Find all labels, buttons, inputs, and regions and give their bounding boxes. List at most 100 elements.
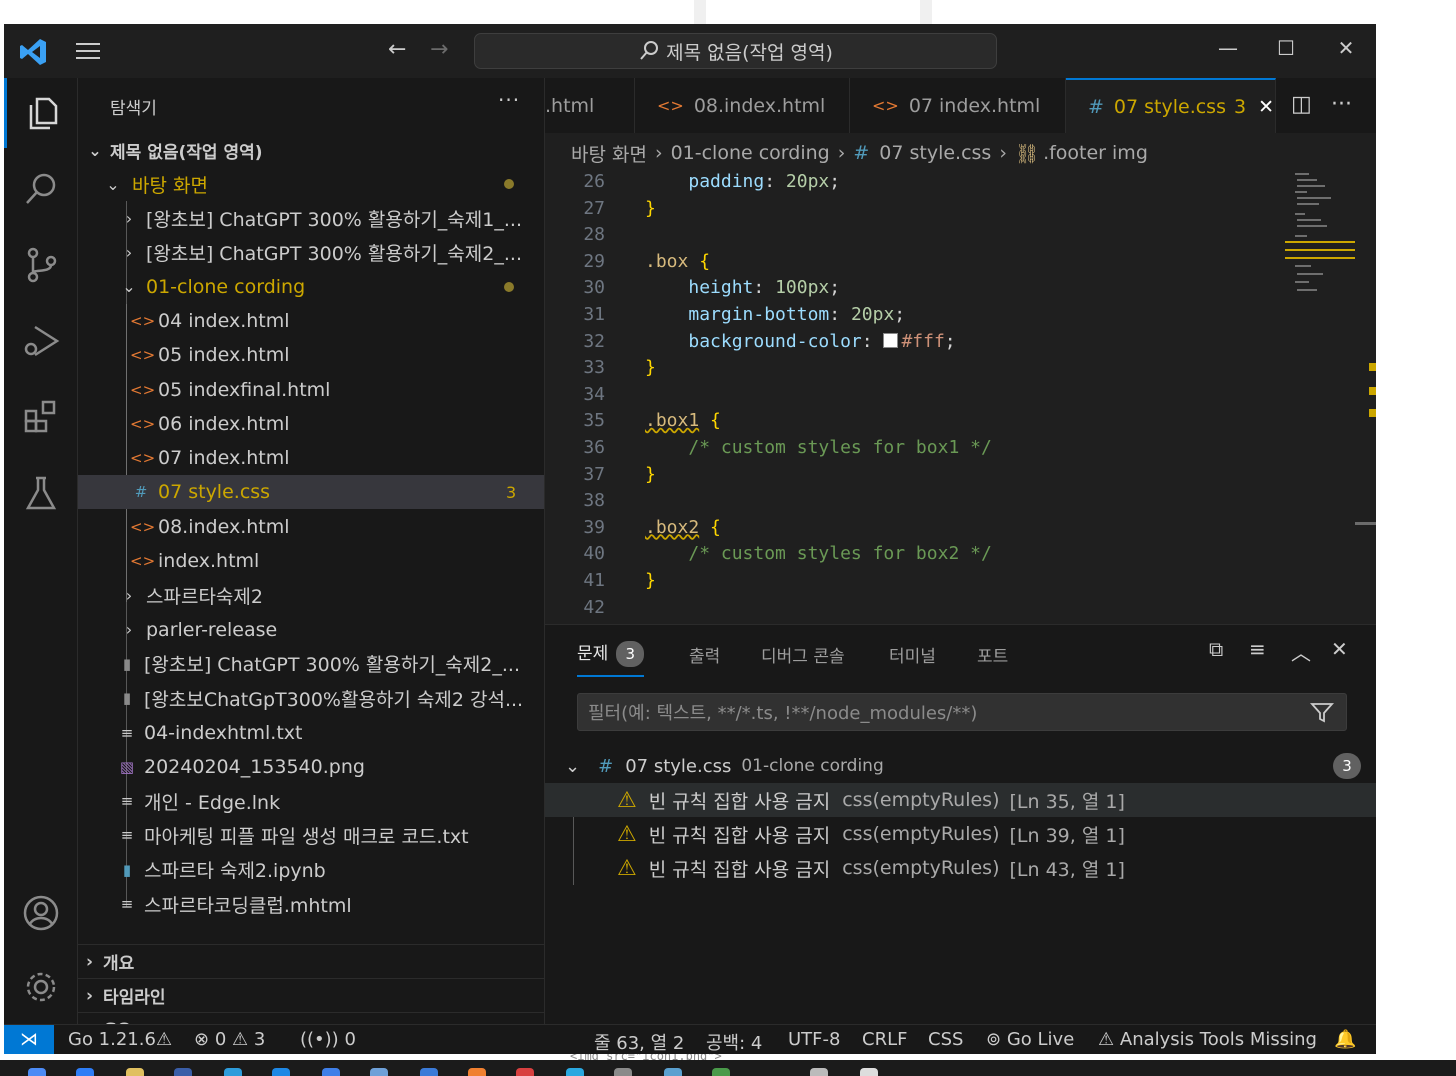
problem-item[interactable]: ⚠ 빈 규칙 집합 사용 금지 css(emptyRules) [Ln 39, … [545, 817, 1376, 851]
tree-item[interactable]: ▧ 20240204_153540.png [78, 750, 544, 784]
tree-item[interactable]: <> 05 index.html [78, 338, 544, 372]
indentation-status[interactable]: 공백: 4 [706, 1029, 762, 1054]
tab-problems[interactable]: 문제 3 [577, 639, 645, 677]
tab-output[interactable]: 출력 [689, 642, 720, 667]
editor-scrollbar[interactable] [1355, 173, 1376, 648]
taskbar-app-icon[interactable] [860, 1068, 878, 1076]
remote-indicator-icon[interactable]: ⋊ [4, 1025, 54, 1054]
minimize-button[interactable]: — [1208, 36, 1248, 60]
taskbar-app-icon[interactable] [76, 1068, 94, 1076]
tree-item[interactable]: ≡ 스파르타코딩클럽.mhtml [78, 887, 544, 921]
go-version-status[interactable]: Go 1.21.6⚠ [68, 1029, 172, 1050]
minimap[interactable] [1285, 173, 1355, 303]
tab-debug-console[interactable]: 디버그 콘솔 [761, 642, 845, 667]
folder-desktop[interactable]: ⌄ 바탕 화면 [78, 167, 544, 201]
close-window-button[interactable]: ✕ [1326, 36, 1366, 60]
eol-status[interactable]: CRLF [862, 1029, 907, 1050]
tab-terminal[interactable]: 터미널 [889, 642, 936, 667]
taskbar-app-icon[interactable] [370, 1068, 388, 1076]
taskbar-app-icon[interactable] [614, 1068, 632, 1076]
tree-item[interactable]: ⌄ 01-clone cording [78, 270, 544, 304]
taskbar-app-icon[interactable] [28, 1068, 46, 1076]
breadcrumb-item[interactable]: 01-clone cording [671, 142, 830, 164]
breadcrumb-item[interactable]: 바탕 화면 [571, 140, 647, 167]
taskbar-app-icon[interactable] [712, 1068, 730, 1076]
taskbar-app-icon[interactable] [272, 1068, 290, 1076]
tab-07-index-html[interactable]: <> 07 index.html [850, 78, 1066, 133]
outline-section[interactable]: › 개요 [78, 944, 544, 978]
tab-07-style-css[interactable]: # 07 style.css 3 ✕ [1066, 78, 1276, 133]
go-live-status[interactable]: ⊚ Go Live [986, 1029, 1074, 1050]
source-control-activity[interactable] [4, 230, 78, 300]
tree-item[interactable]: ≡ 마아케팅 피플 파일 생성 매크로 코드.txt [78, 818, 544, 852]
accounts-activity[interactable] [4, 878, 78, 948]
problems-file-group[interactable]: ⌄ # 07 style.css 01-clone cording 3 [545, 749, 1376, 783]
tree-item[interactable]: <> 08.index.html [78, 510, 544, 544]
taskbar-app-icon[interactable] [468, 1068, 486, 1076]
color-swatch[interactable] [883, 332, 899, 348]
tab-html-partial[interactable]: .html [545, 78, 635, 133]
close-panel-icon[interactable]: ✕ [1331, 637, 1348, 661]
cursor-position-status[interactable]: 줄 63, 열 2 [594, 1029, 684, 1054]
tree-item[interactable]: ≡ 개인 - Edge.lnk [78, 784, 544, 818]
tree-item[interactable]: <> 05 indexfinal.html [78, 373, 544, 407]
extensions-activity[interactable] [4, 382, 78, 452]
tab-ports[interactable]: 포트 [977, 642, 1008, 667]
filter-icon[interactable] [1310, 701, 1334, 725]
manage-activity[interactable] [4, 952, 78, 1022]
run-debug-activity[interactable] [4, 306, 78, 376]
forward-arrow-icon[interactable]: → [430, 37, 448, 62]
maximize-panel-icon[interactable]: ︿ [1291, 637, 1311, 666]
problem-item[interactable]: ⚠ 빈 규칙 집합 사용 금지 css(emptyRules) [Ln 43, … [545, 851, 1376, 885]
tree-item[interactable]: <> 04 index.html [78, 304, 544, 338]
tree-item[interactable]: <> index.html [78, 544, 544, 578]
taskbar-app-icon[interactable] [516, 1068, 534, 1076]
split-editor-icon[interactable]: ◫ [1291, 92, 1312, 117]
taskbar-app-icon[interactable] [420, 1068, 438, 1076]
tree-item[interactable]: <> 07 index.html [78, 441, 544, 475]
tree-item[interactable]: ▮ 스파르타 숙제2.ipynb [78, 853, 544, 887]
workspace-root[interactable]: ⌄ 제목 없음(작업 영역) [78, 133, 544, 167]
tree-item[interactable]: ▮ [왕초보] ChatGPT 300% 활용하기_숙제2_... [78, 647, 544, 681]
taskbar-app-icon[interactable] [664, 1068, 682, 1076]
breadcrumb-item[interactable]: 07 style.css [879, 142, 991, 164]
analysis-tools-status[interactable]: ⚠ Analysis Tools Missing [1098, 1029, 1317, 1050]
taskbar-app-icon[interactable] [126, 1068, 144, 1076]
taskbar-app-icon[interactable] [810, 1068, 828, 1076]
search-activity[interactable] [4, 154, 78, 224]
close-tab-icon[interactable]: ✕ [1258, 96, 1274, 118]
collapse-all-icon[interactable]: ⧉ [1209, 637, 1223, 661]
tree-item[interactable]: › [왕초보] ChatGPT 300% 활용하기_숙제2_... [78, 235, 544, 269]
maximize-button[interactable]: ☐ [1266, 36, 1306, 60]
problems-filter-input[interactable]: 필터(예: 텍스트, **/*.ts, !**/node_modules/**) [577, 693, 1347, 731]
language-status[interactable]: CSS [928, 1029, 963, 1050]
explorer-activity[interactable] [4, 78, 78, 148]
command-center-search[interactable]: 제목 없음(작업 영역) [474, 33, 997, 69]
tree-item[interactable]: › [왕초보] ChatGPT 300% 활용하기_숙제1_... [78, 201, 544, 235]
timeline-section[interactable]: › 타임라인 [78, 978, 544, 1012]
taskbar-app-icon[interactable] [224, 1068, 242, 1076]
taskbar-app-icon[interactable] [322, 1068, 340, 1076]
testing-activity[interactable] [4, 458, 78, 528]
tree-item[interactable]: ▮ [왕초보ChatGpT300%활용하기 숙제2 강석... [78, 681, 544, 715]
tab-08-index-html[interactable]: <> 08.index.html [635, 78, 850, 133]
taskbar-app-icon[interactable] [566, 1068, 584, 1076]
breadcrumb-item[interactable]: .footer img [1043, 142, 1148, 164]
ports-status[interactable]: ((•)) 0 [300, 1029, 356, 1050]
taskbar-app-icon[interactable] [174, 1068, 192, 1076]
view-as-list-icon[interactable]: ≡ [1249, 637, 1266, 661]
encoding-status[interactable]: UTF-8 [788, 1029, 840, 1050]
tree-item[interactable]: › parler-release [78, 613, 544, 647]
more-actions-icon[interactable]: ··· [1331, 92, 1352, 117]
more-actions-icon[interactable]: ··· [498, 88, 520, 112]
tree-item[interactable]: › 스파르타숙제2 [78, 578, 544, 612]
problem-item[interactable]: ⚠ 빈 규칙 집합 사용 금지 css(emptyRules) [Ln 35, … [545, 783, 1376, 817]
notifications-bell-icon[interactable]: 🔔 [1334, 1029, 1356, 1050]
tree-item[interactable]: #07 style.css 3 [78, 475, 544, 510]
back-arrow-icon[interactable]: ← [388, 37, 406, 62]
problems-status[interactable]: ⊗ 0 ⚠ 3 [194, 1029, 265, 1050]
code-editor[interactable]: 26 padding: 20px; 27} 28 29 .box {30 height:… [545, 173, 1376, 648]
tree-item[interactable]: ≡ 04-indexhtml.txt [78, 716, 544, 750]
tree-item[interactable]: <> 06 index.html [78, 407, 544, 441]
hamburger-menu-icon[interactable] [74, 40, 102, 62]
